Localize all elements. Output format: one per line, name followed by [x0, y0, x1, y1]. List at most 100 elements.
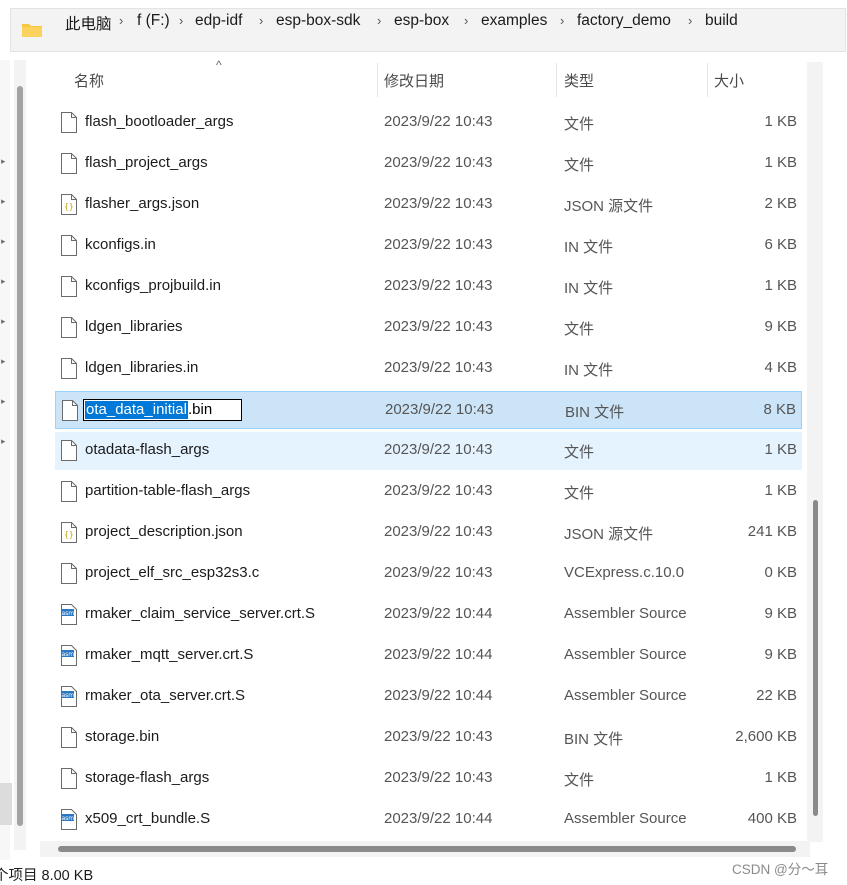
file-name: flash_bootloader_args [85, 113, 234, 130]
file-size: 9 KB [764, 646, 797, 663]
file-type: 文件 [564, 772, 595, 789]
file-type: Assembler Source [564, 646, 687, 663]
file-row[interactable]: flash_project_args 2023/9/22 10:43 文件 1 KB [55, 145, 802, 183]
navigation-pane[interactable]: ▸ ▸ ▸ ▸ ▸ ▸ ▸ ▸ [0, 60, 10, 860]
breadcrumb-item-edp-idf[interactable]: edp-idf [195, 12, 242, 30]
file-row[interactable]: storage.bin 2023/9/22 10:43 BIN 文件 2,600 KB [55, 719, 802, 757]
breadcrumb-item-this-pc[interactable]: 此电脑 [65, 12, 112, 34]
file-icon [61, 768, 77, 789]
chevron-right-icon[interactable]: › [377, 13, 381, 28]
file-row[interactable]: ldgen_libraries 2023/9/22 10:43 文件 9 KB [55, 309, 802, 347]
chevron-right-icon[interactable]: › [259, 13, 263, 28]
breadcrumb-item-factory-demo[interactable]: factory_demo [577, 12, 671, 30]
file-name: kconfigs_projbuild.in [85, 277, 221, 294]
column-header-size[interactable]: 大小 [714, 70, 744, 91]
vertical-scrollbar-thumb[interactable] [813, 500, 818, 816]
watermark: CSDN @分～耳 [732, 862, 829, 877]
file-modified-date: 2023/9/22 10:43 [384, 441, 493, 458]
column-divider[interactable] [556, 63, 557, 97]
sort-ascending-icon: ^ [216, 58, 222, 72]
file-row[interactable]: kconfigs_projbuild.in 2023/9/22 10:43 IN 文… [55, 268, 802, 306]
file-size: 0 KB [764, 564, 797, 581]
file-row[interactable]: asm rmaker_claim_service_server.crt.S 2023… [55, 596, 802, 634]
status-bar-text: 个项目 8.00 KB [0, 868, 94, 884]
file-name: storage.bin [85, 728, 160, 745]
pin-icon: ▸ [1, 356, 6, 366]
breadcrumb-item-build[interactable]: build [705, 12, 738, 30]
file-type: 文件 [564, 116, 595, 133]
file-name: kconfigs.in [85, 236, 156, 253]
file-row[interactable]: kconfigs.in 2023/9/22 10:43 IN 文件 6 KB [55, 227, 802, 265]
file-modified-date: 2023/9/22 10:43 [385, 401, 494, 418]
file-row[interactable]: ldgen_libraries.in 2023/9/22 10:43 IN 文件 4 … [55, 350, 802, 388]
folder-icon [22, 24, 42, 37]
chevron-right-icon[interactable]: › [119, 13, 123, 28]
file-modified-date: 2023/9/22 10:43 [384, 318, 493, 335]
file-row[interactable]: otadata-flash_args 2023/9/22 10:43 文件 1 KB [55, 432, 802, 470]
breadcrumb-item-drive[interactable]: f (F:) [137, 12, 170, 30]
file-row[interactable]: flash_bootloader_args 2023/9/22 10:43 文件 1 … [55, 104, 802, 142]
file-name: partition-table-flash_args [85, 482, 251, 499]
rename-input[interactable]: ota_data_initial .bin [83, 399, 242, 421]
file-row[interactable]: storage-flash_args 2023/9/22 10:43 文件 1 KB [55, 760, 802, 798]
asm-file-icon: asm [61, 809, 77, 830]
horizontal-scrollbar-thumb[interactable] [58, 846, 796, 852]
file-modified-date: 2023/9/22 10:43 [384, 564, 493, 581]
pin-icon: ▸ [1, 316, 6, 326]
file-type: Assembler Source [564, 810, 687, 827]
pin-icon: ▸ [1, 156, 6, 166]
file-type: IN 文件 [564, 239, 614, 256]
file-icon [61, 235, 77, 256]
column-header-name[interactable]: 名称 [74, 70, 104, 91]
pin-icon: ▸ [1, 236, 6, 246]
file-row[interactable]: asm x509_crt_bundle.S 2023/9/22 10:44 Assem… [55, 801, 802, 839]
file-size: 9 KB [764, 318, 797, 335]
svg-text:{}: {} [64, 530, 74, 539]
file-row[interactable]: project_elf_src_esp32s3.c 2023/9/22 10:43… [55, 555, 802, 593]
column-divider[interactable] [377, 63, 378, 97]
file-size: 1 KB [764, 441, 797, 458]
file-modified-date: 2023/9/22 10:44 [384, 605, 493, 622]
pin-icon: ▸ [1, 276, 6, 286]
breadcrumb-item-esp-box-sdk[interactable]: esp-box-sdk [276, 12, 360, 30]
file-size: 1 KB [764, 482, 797, 499]
file-modified-date: 2023/9/22 10:43 [384, 523, 493, 540]
file-row[interactable]: {} project_description.json 2023/9/22 10:4… [55, 514, 802, 552]
file-size: 400 KB [747, 810, 797, 827]
file-row[interactable]: {} flasher_args.json 2023/9/22 10:43 JSON 源… [55, 186, 802, 224]
column-header-date[interactable]: 修改日期 [384, 70, 444, 91]
file-size: 2 KB [764, 195, 797, 212]
file-row[interactable]: asm rmaker_mqtt_server.crt.S 2023/9/22 10:… [55, 637, 802, 675]
file-row[interactable]: ota_data_initial .bin 2023/9/22 10:43 BIN 文… [55, 391, 802, 429]
file-type: BIN 文件 [565, 404, 625, 421]
chevron-right-icon[interactable]: › [179, 13, 183, 28]
chevron-right-icon[interactable]: › [688, 13, 692, 28]
asm-file-icon: asm [61, 645, 77, 666]
file-icon [61, 563, 77, 584]
file-icon [62, 400, 78, 421]
file-icon [61, 112, 77, 133]
rename-selected-text: ota_data_initial [85, 401, 188, 419]
chevron-right-icon[interactable]: › [464, 13, 468, 28]
file-modified-date: 2023/9/22 10:44 [384, 810, 493, 827]
column-header-type[interactable]: 类型 [564, 70, 594, 91]
file-modified-date: 2023/9/22 10:43 [384, 195, 493, 212]
file-modified-date: 2023/9/22 10:44 [384, 687, 493, 704]
file-size: 241 KB [747, 523, 797, 540]
breadcrumb-item-examples[interactable]: examples [481, 12, 547, 30]
json-file-icon: {} [61, 194, 77, 215]
file-icon [61, 317, 77, 338]
file-type: JSON 源文件 [564, 198, 654, 215]
file-type: BIN 文件 [564, 731, 624, 748]
chevron-right-icon[interactable]: › [560, 13, 564, 28]
file-name: rmaker_mqtt_server.crt.S [85, 646, 254, 663]
pin-icon: ▸ [1, 396, 6, 406]
file-row[interactable]: partition-table-flash_args 2023/9/22 10:4… [55, 473, 802, 511]
file-row[interactable]: asm rmaker_ota_server.crt.S 2023/9/22 10:4… [55, 678, 802, 716]
breadcrumb-item-esp-box[interactable]: esp-box [394, 12, 449, 30]
column-divider[interactable] [707, 63, 708, 97]
file-size: 9 KB [764, 605, 797, 622]
navigation-scrollbar-thumb[interactable] [17, 86, 23, 826]
rename-extension-text: .bin [188, 401, 213, 418]
file-modified-date: 2023/9/22 10:43 [384, 277, 493, 294]
